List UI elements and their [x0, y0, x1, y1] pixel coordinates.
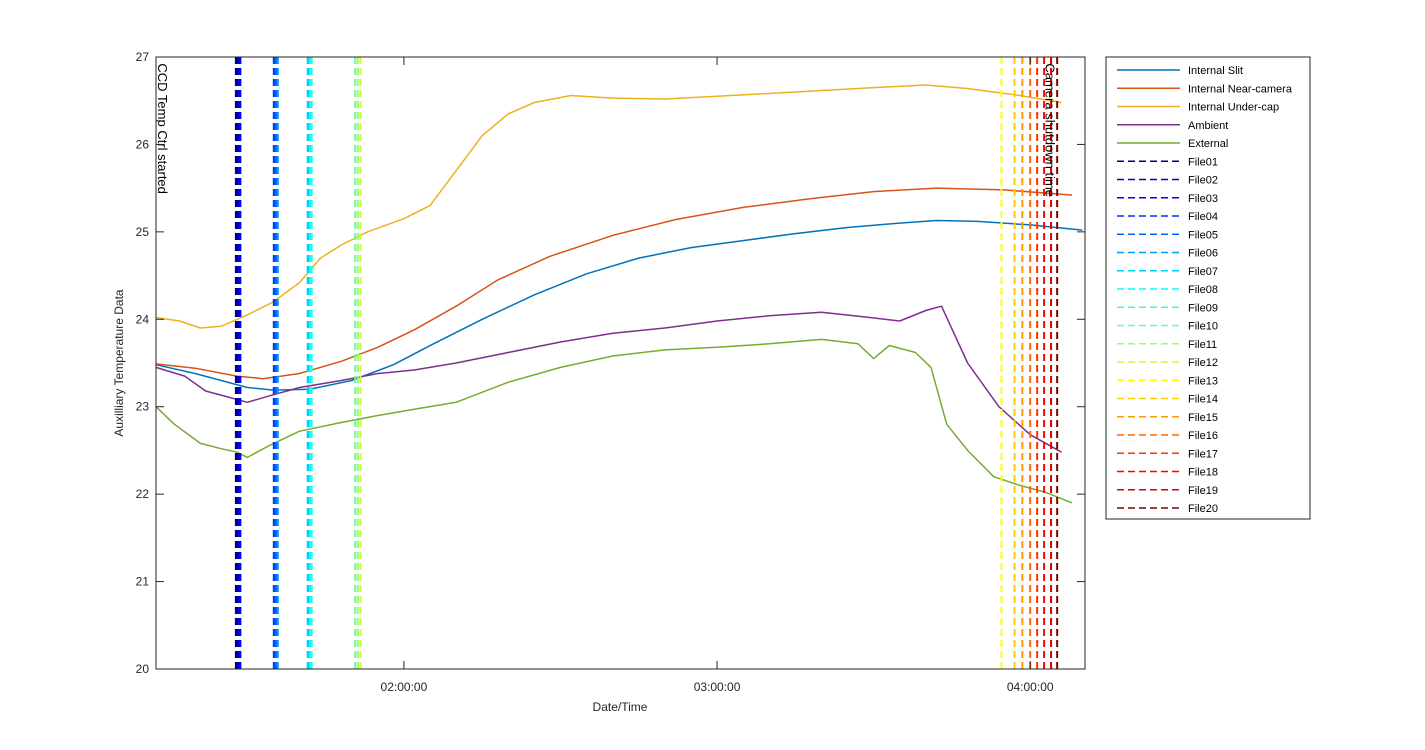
- legend-label: File08: [1188, 284, 1218, 296]
- legend-label: File01: [1188, 156, 1218, 168]
- legend-label: File17: [1188, 448, 1218, 460]
- series-line-external: [155, 338, 1073, 504]
- legend-label: File18: [1188, 467, 1218, 479]
- y-tick-label: 26: [136, 137, 150, 151]
- legend-label: File15: [1188, 412, 1218, 424]
- legend-label: File09: [1188, 302, 1218, 314]
- y-tick-label: 27: [136, 50, 150, 64]
- annotation-layer: CCD Temp Ctrl started Camera shutdown tim…: [155, 63, 1057, 197]
- y-tick-label: 21: [136, 575, 150, 589]
- series-line-ambient: [155, 305, 1062, 453]
- legend-label: File13: [1188, 375, 1218, 387]
- y-axis-label: Auxilliary Temperature Data: [112, 289, 126, 437]
- series-line-internal-near-camera: [155, 187, 1073, 380]
- annotation-ccd-temp-ctrl-started: CCD Temp Ctrl started: [155, 63, 170, 194]
- series-line-internal-under-cap: [155, 84, 1062, 329]
- legend-label: File12: [1188, 357, 1218, 369]
- legend-label: File16: [1188, 430, 1218, 442]
- legend-label: Internal Under-cap: [1188, 102, 1279, 114]
- legend-label: Internal Slit: [1188, 65, 1243, 77]
- legend-label: File10: [1188, 321, 1218, 333]
- legend-label: Internal Near-camera: [1188, 83, 1293, 95]
- y-tick-label: 23: [136, 400, 150, 414]
- legend-label: File07: [1188, 266, 1218, 278]
- x-axis-label: Date/Time: [593, 700, 648, 714]
- y-tick-label: 25: [136, 225, 150, 239]
- x-tick-label: 04:00:00: [1007, 680, 1054, 694]
- marker-layer: [234, 57, 1059, 669]
- temperature-chart: CCD Temp Ctrl started Camera shutdown tim…: [112, 50, 1311, 714]
- legend-label: File05: [1188, 229, 1218, 241]
- legend-label: File03: [1188, 193, 1218, 205]
- y-tick-label: 20: [136, 662, 150, 676]
- legend-label: File06: [1188, 248, 1218, 260]
- series-layer: [155, 84, 1083, 504]
- x-axis: 02:00:00 03:00:00 04:00:00: [381, 57, 1054, 694]
- legend-label: File02: [1188, 175, 1218, 187]
- y-tick-label: 22: [136, 487, 150, 501]
- plot-frame: [155, 56, 1086, 670]
- x-tick-label: 02:00:00: [381, 680, 428, 694]
- annotation-camera-shutdown-time: Camera shutdown time: [1042, 63, 1057, 197]
- legend-label: File11: [1188, 339, 1217, 351]
- legend-label: File04: [1188, 211, 1218, 223]
- legend-label: File14: [1188, 394, 1218, 406]
- legend-label: External: [1188, 138, 1228, 150]
- legend-label: Ambient: [1188, 120, 1228, 132]
- x-tick-label: 03:00:00: [694, 680, 741, 694]
- legend-label: File20: [1188, 503, 1218, 515]
- legend: Internal Slit Internal Near-camera Interna…: [1105, 56, 1311, 520]
- y-tick-label: 24: [136, 312, 150, 326]
- y-axis: 20 21 22 23 24 25 26 27: [136, 50, 1085, 676]
- series-line-internal-slit: [155, 219, 1083, 391]
- legend-label: File19: [1188, 485, 1218, 497]
